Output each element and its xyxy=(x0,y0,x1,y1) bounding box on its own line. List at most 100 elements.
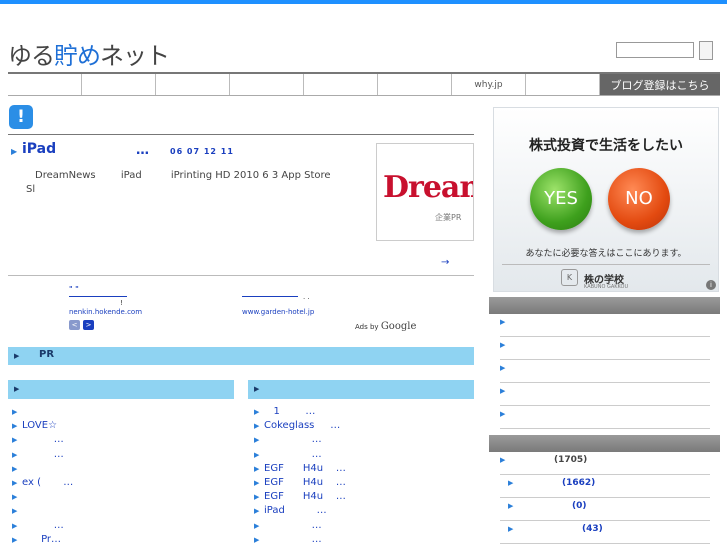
category-triangle-icon: ▶ xyxy=(500,456,506,464)
list-item[interactable]: ▶ … xyxy=(254,433,346,447)
list-item[interactable]: ▶ xyxy=(12,462,73,476)
category-row[interactable]: ▶ (1662) xyxy=(500,475,710,498)
list-item[interactable]: ▶ … xyxy=(254,519,346,533)
nav-item-5[interactable] xyxy=(304,74,378,95)
category-count: (0) xyxy=(572,501,587,511)
ad-right-url[interactable]: www.garden-hotel.jp xyxy=(242,308,314,316)
bullet-triangle-icon: ▶ xyxy=(11,147,18,156)
category-count: (1705) xyxy=(554,455,588,465)
section-divider xyxy=(8,134,474,135)
right-column-header: ▶ xyxy=(248,380,474,399)
read-more-arrow[interactable]: → xyxy=(441,257,449,268)
sidebar-row[interactable]: ▶ xyxy=(500,360,710,383)
right-article-list: ▶ 1 … ▶ Cokeglass … ▶ … ▶ … ▶ EGF H4u … ▶ E… xyxy=(254,405,346,547)
logo-part-2: 貯め xyxy=(54,42,101,70)
sidebar-row[interactable]: ▶ xyxy=(500,406,710,429)
ad-right-underline xyxy=(242,296,298,297)
logo-part-3: ネット xyxy=(100,42,170,70)
list-item[interactable]: ▶ ex ( … xyxy=(12,476,73,490)
pr-triangle-icon: ▶ xyxy=(14,352,20,360)
ad-next-button[interactable]: > xyxy=(83,320,94,330)
nav-item-1[interactable] xyxy=(8,74,82,95)
left-column-header: ▶ xyxy=(8,380,234,399)
post-title[interactable]: iPad xyxy=(22,141,56,157)
thumbnail-caption: 企業PR xyxy=(435,213,462,222)
notice-icon: ! xyxy=(9,105,33,129)
excerpt-part-1: DreamNews xyxy=(35,170,96,181)
nav-item-8[interactable] xyxy=(526,74,600,95)
banner-subtitle: あなたに必要な答えはここにあります。 xyxy=(525,249,687,259)
ad-prev-button[interactable]: < xyxy=(69,320,80,330)
banner-brand-sub: KABUNO GAKKOU xyxy=(584,284,629,290)
sidebar-row[interactable]: ▶ xyxy=(500,337,710,360)
list-item[interactable]: ▶ Cokeglass … xyxy=(254,419,346,433)
banner-divider xyxy=(502,264,710,265)
category-count: (43) xyxy=(582,524,603,534)
list-item[interactable]: ▶ … xyxy=(12,519,73,533)
stock-school-banner-ad[interactable]: 株式投資で生活をしたい YES NO あなたに必要な答えはここにあります。 K … xyxy=(493,107,719,292)
list-item[interactable]: ▶ EGF H4u … xyxy=(254,490,346,504)
nav-item-whyjp[interactable]: why.jp xyxy=(452,74,526,95)
list-item[interactable]: ▶ EGF H4u … xyxy=(254,476,346,490)
list-item[interactable]: ▶ EGF H4u … xyxy=(254,462,346,476)
post-title-ellipsis[interactable]: … xyxy=(136,143,149,158)
sidebar-row[interactable]: ▶ xyxy=(500,383,710,406)
category-count: (1662) xyxy=(562,478,596,488)
sidebar-triangle-icon: ▶ xyxy=(500,318,506,326)
thumbnail-logo-text: Dream xyxy=(383,170,473,205)
nav-item-4[interactable] xyxy=(230,74,304,95)
ad-left-underline xyxy=(69,296,127,297)
post-excerpt: DreamNews iPad iPrinting HD 2010 6 3 App… xyxy=(26,169,371,197)
nav-item-2[interactable] xyxy=(82,74,156,95)
school-logo-icon: K xyxy=(561,269,578,286)
nav-item-6[interactable] xyxy=(378,74,452,95)
content-divider xyxy=(8,275,474,276)
sidebar-triangle-icon: ▶ xyxy=(500,341,506,349)
ads-by-label: Ads by xyxy=(355,323,379,331)
global-nav: why.jp ブログ登録はこちら xyxy=(8,72,720,96)
site-logo[interactable]: ゆる貯めネット xyxy=(8,36,170,71)
yes-button[interactable]: YES xyxy=(530,168,592,230)
category-row[interactable]: ▶ (1705) xyxy=(500,452,710,475)
nav-item-3[interactable] xyxy=(156,74,230,95)
excerpt-part-4: Sl xyxy=(26,184,36,195)
search-button[interactable] xyxy=(699,41,713,60)
list-item[interactable]: ▶ xyxy=(12,490,73,504)
ad-info-icon[interactable]: i xyxy=(706,280,716,290)
list-item[interactable]: ▶ … xyxy=(254,448,346,462)
pr-label: PR xyxy=(39,349,55,360)
sidebar-section-header-2 xyxy=(489,435,720,452)
sidebar-row[interactable]: ▶ xyxy=(500,314,710,337)
ad-left-url[interactable]: nenkin.hokende.com xyxy=(69,308,142,316)
category-row[interactable]: ▶ (0) xyxy=(500,498,710,521)
list-item[interactable]: ▶ 1 … xyxy=(254,405,346,419)
top-accent-bar xyxy=(0,0,727,4)
sidebar-section-header-1 xyxy=(489,297,720,314)
sidebar-triangle-icon: ▶ xyxy=(500,387,506,395)
google-logo: Google xyxy=(380,321,417,332)
left-header-triangle-icon: ▶ xyxy=(14,385,20,393)
list-item[interactable]: ▶ LOVE☆ xyxy=(12,419,73,433)
search-input[interactable] xyxy=(616,42,694,58)
post-thumbnail[interactable]: Dream 企業PR xyxy=(376,143,474,241)
post-date: 06 07 12 11 xyxy=(170,147,234,156)
right-header-triangle-icon: ▶ xyxy=(254,385,260,393)
banner-title: 株式投資で生活をしたい xyxy=(529,138,683,154)
list-item[interactable]: ▶ … xyxy=(12,448,73,462)
category-triangle-icon: ▶ xyxy=(508,525,514,533)
ad-left-title[interactable]: " " xyxy=(69,285,79,293)
category-triangle-icon: ▶ xyxy=(508,479,514,487)
sidebar-triangle-icon: ▶ xyxy=(500,364,506,372)
list-item[interactable]: ▶ xyxy=(12,504,73,518)
list-item[interactable]: ▶ … xyxy=(12,433,73,447)
excerpt-part-3: iPrinting HD 2010 6 3 App Store xyxy=(170,170,331,181)
list-item[interactable]: ▶ iPad … xyxy=(254,504,346,518)
category-row[interactable]: ▶ (43) xyxy=(500,521,710,544)
left-article-list: ▶ ▶ LOVE☆ ▶ … ▶ … ▶ ▶ ex ( … ▶ ▶ ▶ … ▶ Pr… xyxy=(12,405,73,547)
ad-right-desc: . . xyxy=(303,293,310,301)
no-button[interactable]: NO xyxy=(608,168,670,230)
category-triangle-icon: ▶ xyxy=(508,502,514,510)
ads-by-google[interactable]: Ads by Google xyxy=(355,321,416,332)
list-item[interactable]: ▶ xyxy=(12,405,73,419)
blog-register-button[interactable]: ブログ登録はこちら xyxy=(600,74,720,95)
